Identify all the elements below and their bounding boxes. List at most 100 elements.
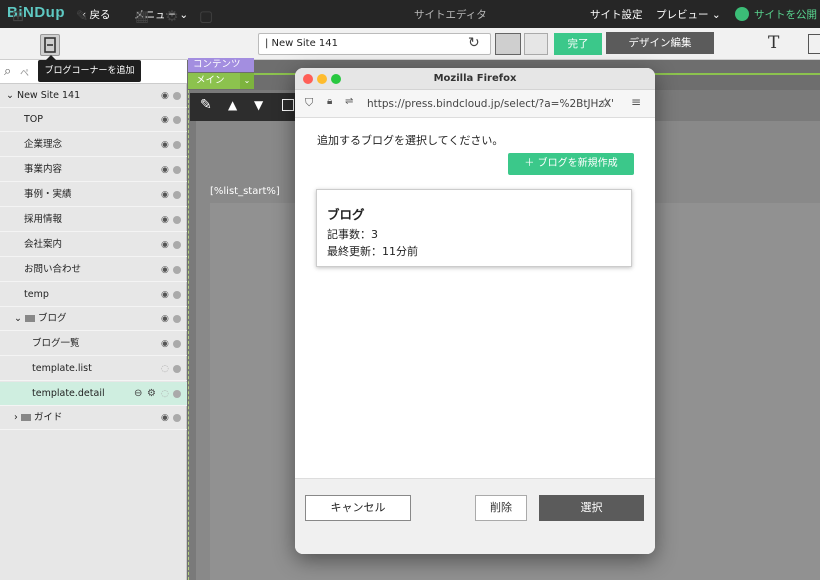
- site-settings-button[interactable]: サイト設定: [590, 7, 643, 22]
- select-view-button[interactable]: [524, 33, 548, 55]
- status-dot: [173, 291, 181, 299]
- preview-button[interactable]: プレビュー ⌄: [656, 7, 721, 22]
- status-dot: [173, 116, 181, 124]
- publish-button[interactable]: サイトを公開: [754, 7, 817, 22]
- eye-off-icon[interactable]: ◌: [161, 382, 169, 406]
- tree-item-company[interactable]: 会社案内 ◉: [0, 233, 187, 257]
- minus-circle-icon[interactable]: ⊖: [134, 382, 142, 406]
- tree-item-top[interactable]: TOP ◉: [0, 108, 187, 132]
- move-down-icon[interactable]: ▼: [254, 98, 263, 112]
- status-dot: [173, 92, 181, 100]
- eye-icon[interactable]: ◉: [161, 283, 169, 307]
- tree-item-template-list[interactable]: template.list ◌: [0, 357, 187, 381]
- panel-icon[interactable]: [808, 34, 820, 54]
- tree-item-recruit[interactable]: 採用情報 ◉: [0, 208, 187, 232]
- gear-icon[interactable]: ⚙: [162, 6, 182, 26]
- dialog-title: Mozilla Firefox: [433, 73, 517, 84]
- tree-item-label: ブログ一覧: [32, 338, 80, 349]
- tooltip: ブログコーナーを追加: [38, 60, 141, 82]
- reload-icon[interactable]: ↻: [468, 35, 480, 51]
- font-icon[interactable]: T: [768, 33, 779, 53]
- cancel-button[interactable]: キャンセル: [305, 495, 411, 521]
- design-edit-button[interactable]: デザイン編集: [606, 32, 714, 54]
- create-new-blog-button[interactable]: ＋ ブログを新規作成: [508, 153, 634, 175]
- tree-item-guide-folder[interactable]: › ガイド ◉: [0, 406, 187, 430]
- folder-icon: [24, 315, 35, 322]
- gear-icon[interactable]: ⚙: [147, 382, 156, 406]
- eye-icon[interactable]: ◉: [161, 307, 169, 331]
- publish-icon[interactable]: [735, 7, 749, 21]
- site-name-field[interactable]: | New Site 141: [258, 33, 491, 55]
- dialog-titlebar: Mozilla Firefox: [295, 68, 655, 90]
- eye-icon[interactable]: ◉: [161, 133, 169, 157]
- status-dot: [173, 216, 181, 224]
- add-blog-corner-button[interactable]: [40, 34, 60, 56]
- status-dot: [173, 241, 181, 249]
- main-area-tab[interactable]: メイン: [188, 73, 240, 89]
- tree-item-cases[interactable]: 事例・実績 ◉: [0, 183, 187, 207]
- tree-item-label: 会社案内: [24, 239, 63, 250]
- tree-item-blog-list[interactable]: ブログ一覧 ◉: [0, 332, 187, 356]
- hamburger-menu-icon[interactable]: ≡: [631, 95, 641, 109]
- dialog-prompt: 追加するブログを選択してください。: [317, 134, 504, 147]
- folder-icon: [20, 414, 31, 421]
- tree-item-contact[interactable]: お問い合わせ ◉: [0, 258, 187, 282]
- status-dot: [173, 191, 181, 199]
- eye-icon[interactable]: ◉: [161, 332, 169, 356]
- search-placeholder: ペ: [20, 69, 30, 79]
- tree-item-label: temp: [24, 289, 49, 300]
- edit-page-icon[interactable]: ✎: [72, 6, 92, 26]
- eye-icon[interactable]: ◉: [161, 84, 169, 108]
- content-area-tab[interactable]: コンテンツ: [188, 58, 254, 72]
- tree-item-label: 企業理念: [24, 139, 63, 150]
- move-up-icon[interactable]: ▲: [228, 98, 237, 112]
- chevron-down-icon[interactable]: ⌄: [240, 73, 254, 89]
- tree-item-label: 事業内容: [24, 164, 63, 175]
- tree-item-blog-folder[interactable]: ⌄ ブログ ◉: [0, 307, 187, 331]
- eye-icon[interactable]: ◉: [161, 158, 169, 182]
- status-dot: [173, 365, 181, 373]
- tree-item-label: ⌄ ブログ: [14, 313, 67, 324]
- close-window-button[interactable]: [303, 74, 313, 84]
- browser-url[interactable]: https://press.bindcloud.jp/select/?a=%2B…: [367, 98, 614, 110]
- shield-icon[interactable]: ⛉: [305, 96, 313, 110]
- maximize-window-button[interactable]: [331, 74, 341, 84]
- tree-item-business[interactable]: 事業内容 ◉: [0, 158, 187, 182]
- layout-view-button[interactable]: [495, 33, 521, 55]
- blog-select-dialog: Mozilla Firefox ⛉ 🔒︎ ⇌ https://press.bin…: [295, 68, 655, 554]
- tree-item-site-root[interactable]: ⌄ New Site 141 ◉: [0, 84, 187, 108]
- blog-title: ブログ: [327, 207, 365, 222]
- permissions-icon[interactable]: ⇌: [345, 96, 353, 107]
- status-dot: [173, 315, 181, 323]
- eye-off-icon[interactable]: ◌: [161, 357, 169, 381]
- tree-item-template-detail[interactable]: template.detail ⊖ ⚙ ◌: [0, 382, 187, 406]
- blog-card[interactable]: ブログ 記事数：3 最終更新：11分前: [316, 189, 632, 267]
- status-dot: [173, 414, 181, 422]
- eye-icon[interactable]: ◉: [161, 108, 169, 132]
- tree-item-label: template.list: [32, 363, 92, 374]
- tree-item-philosophy[interactable]: 企業理念 ◉: [0, 133, 187, 157]
- eye-icon[interactable]: ◉: [161, 258, 169, 282]
- tree-item-label: template.detail: [32, 388, 105, 399]
- pencil-icon[interactable]: ✎: [200, 97, 212, 113]
- minimize-window-button[interactable]: [317, 74, 327, 84]
- blog-article-count: 記事数：3: [327, 228, 378, 241]
- sidebar-toggle-icon[interactable]: ▢: [196, 6, 216, 26]
- done-button[interactable]: 完了: [554, 33, 602, 55]
- bookmark-star-icon[interactable]: ☆: [600, 95, 611, 109]
- add-block-icon[interactable]: ⊞: [8, 6, 28, 26]
- search-icon: ⌕: [4, 64, 12, 79]
- duplicate-icon[interactable]: [282, 99, 294, 111]
- tree-item-label: › ガイド: [14, 412, 63, 423]
- select-button[interactable]: 選択: [539, 495, 644, 521]
- eye-icon[interactable]: ◉: [161, 406, 169, 430]
- lock-icon[interactable]: 🔒︎: [327, 96, 332, 107]
- eye-icon[interactable]: ◉: [161, 233, 169, 257]
- tree-item-temp[interactable]: temp ◉: [0, 283, 187, 307]
- chart-icon[interactable]: ▦: [132, 6, 152, 26]
- tree-item-label: TOP: [24, 114, 44, 125]
- browser-url-bar: ⛉ 🔒︎ ⇌ https://press.bindcloud.jp/select…: [295, 90, 655, 118]
- eye-icon[interactable]: ◉: [161, 208, 169, 232]
- eye-icon[interactable]: ◉: [161, 183, 169, 207]
- delete-button[interactable]: 削除: [475, 495, 527, 521]
